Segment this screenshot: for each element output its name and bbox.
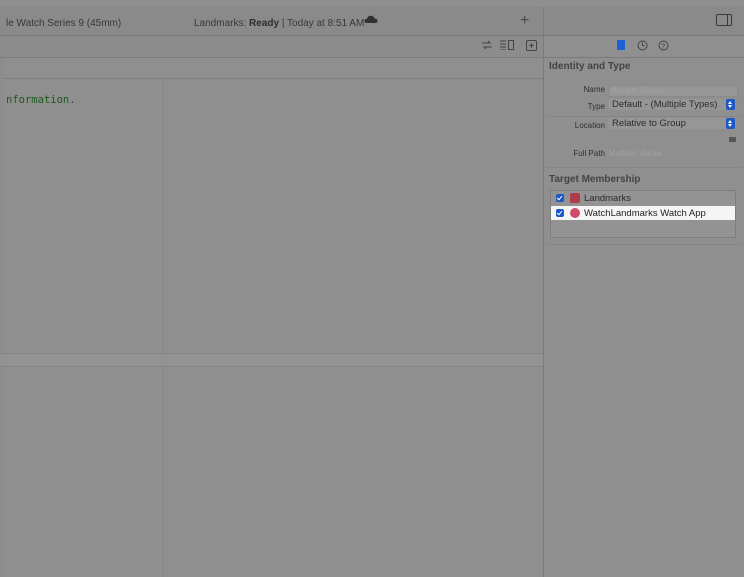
popup-arrow-icon (726, 118, 735, 129)
status-app: Landmarks: (194, 18, 247, 29)
gutter (0, 58, 4, 577)
refresh-icon[interactable] (481, 40, 493, 53)
code-line[interactable]: nformation. (6, 94, 76, 106)
status-time: | Today at 8:51 AM (279, 18, 365, 29)
type-label: Type (587, 102, 605, 111)
add-button[interactable]: + (520, 12, 529, 30)
inspector-divider (543, 7, 544, 577)
full-path-label: Full Path (573, 149, 605, 158)
help-icon[interactable]: ? (658, 40, 669, 54)
target-membership-title: Target Membership (549, 174, 641, 185)
app-icon (570, 193, 580, 203)
location-value: Relative to Group (612, 118, 686, 129)
target-row-landmarks[interactable]: Landmarks (551, 191, 735, 205)
horizontal-split[interactable] (0, 353, 543, 367)
activity-status: Landmarks: Ready | Today at 8:51 AM (194, 18, 364, 29)
checkbox-icon[interactable] (556, 209, 564, 217)
location-popup[interactable]: Relative to Group (608, 118, 736, 129)
list-icon[interactable] (500, 40, 514, 53)
folder-icon[interactable] (729, 137, 736, 142)
full-path-value: Multiple Values (609, 149, 663, 158)
history-icon[interactable] (637, 40, 648, 54)
toggle-inspector-icon[interactable] (716, 14, 732, 26)
popup-arrow-icon (726, 99, 735, 110)
scheme-device-selector[interactable]: le Watch Series 9 (45mm) (6, 18, 121, 29)
identity-and-type-title: Identity and Type (549, 61, 631, 72)
separator (546, 167, 742, 168)
separator (546, 244, 742, 245)
type-value: Default - (Multiple Types) (612, 99, 718, 110)
target-label: WatchLandmarks Watch App (584, 208, 706, 219)
separator (546, 116, 742, 117)
file-inspector-icon[interactable] (617, 40, 625, 50)
cloud-icon (364, 15, 378, 27)
jump-bar (0, 58, 543, 79)
add-editor-icon[interactable] (526, 40, 537, 54)
type-popup[interactable]: Default - (Multiple Types) (608, 99, 736, 110)
target-label: Landmarks (584, 193, 631, 204)
target-row-watch-app[interactable]: WatchLandmarks Watch App (551, 206, 735, 220)
name-field[interactable]: Multiple Values (609, 85, 738, 97)
svg-text:?: ? (661, 43, 665, 50)
name-label: Name (583, 85, 605, 94)
vertical-split[interactable] (163, 78, 164, 577)
watch-app-icon (570, 208, 580, 218)
editor-toolbar (0, 36, 543, 58)
status-state: Ready (249, 18, 280, 29)
location-label: Location (574, 121, 605, 130)
checkbox-icon[interactable] (556, 194, 564, 202)
